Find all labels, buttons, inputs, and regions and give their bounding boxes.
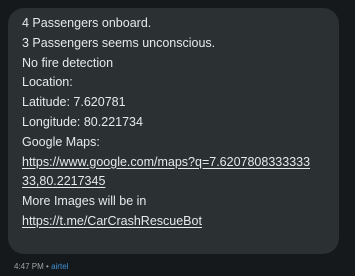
google-maps-link-part2[interactable]: 33,80.2217345 [22, 174, 105, 188]
google-maps-link-continued[interactable]: 33,80.2217345 [22, 172, 327, 192]
more-images-text: More Images will be in [22, 194, 147, 209]
longitude-text: Longitude: 80.221734 [22, 114, 143, 129]
location-label: Location: [22, 75, 73, 90]
message-meta: 4:47 PM • airtel [14, 262, 68, 272]
google-maps-link[interactable]: https://www.google.com/maps?q=7.62078083… [22, 153, 327, 173]
telegram-bot-link[interactable]: https://t.me/CarCrashRescueBot [22, 214, 202, 228]
meta-separator: • [46, 262, 49, 271]
google-maps-label: Google Maps: [22, 134, 100, 149]
fire-status-text: No fire detection [22, 55, 114, 70]
carrier-label: airtel [51, 262, 69, 271]
latitude-text: Latitude: 7.620781 [22, 95, 126, 110]
bot-link-line[interactable]: https://t.me/CarCrashRescueBot [22, 212, 327, 232]
message-bubble[interactable]: 4 Passengers onboard. 3 Passengers seems… [8, 8, 339, 254]
passenger-count-text: 4 Passengers onboard. [22, 16, 152, 30]
google-maps-link-part1[interactable]: https://www.google.com/maps?q=7.62078083… [22, 155, 310, 169]
message-time: 4:47 PM [14, 262, 44, 271]
unconscious-count-text: 3 Passengers seems unconscious. [22, 35, 216, 50]
